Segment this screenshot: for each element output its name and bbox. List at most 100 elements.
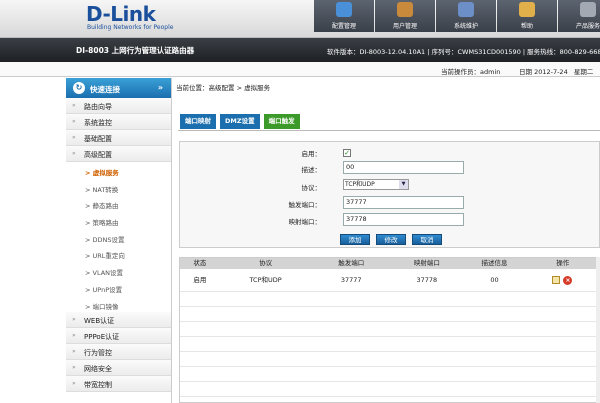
- cell-actions: ×: [526, 269, 599, 291]
- port-trigger-form: 启用： ✓ 描述： 00 协议： TCP和UDP ▼ 触发端口： 37777 映射…: [179, 141, 600, 248]
- nav-config-button[interactable]: 配置管理: [314, 0, 374, 32]
- sidebar-item-advanced-config[interactable]: » 高级配置: [66, 146, 171, 162]
- tab-dmz[interactable]: DMZ设置: [220, 114, 260, 129]
- table-row-empty: [180, 367, 599, 382]
- form-buttons: 添加 修改 取消: [340, 234, 448, 245]
- sidebar-item-label: 系统监控: [84, 119, 112, 127]
- table-row-empty: [180, 307, 599, 322]
- sidebar-subitem-label: > 虚拟服务: [85, 169, 119, 177]
- sidebar-subitem-label: > 端口镜像: [85, 302, 119, 311]
- tab-port-mapping[interactable]: 端口映射: [180, 114, 216, 129]
- sidebar-subitem-ddns[interactable]: > DDNS设置: [66, 229, 171, 246]
- scrollbar[interactable]: [596, 257, 600, 403]
- table-row-empty: [180, 292, 599, 307]
- cell-description: 00: [490, 276, 499, 284]
- sidebar-item-basic-config[interactable]: » 基础配置: [66, 130, 171, 146]
- col-actions: 操作: [556, 259, 570, 267]
- enable-checkbox[interactable]: ✓: [343, 149, 351, 157]
- sidebar-header-label: 快速连接: [90, 85, 120, 94]
- cancel-button[interactable]: 取消: [412, 234, 442, 245]
- sidebar-subitem-url-redirect[interactable]: > URL重定向: [66, 245, 171, 262]
- sidebar-subitem-nat[interactable]: > NAT转换: [66, 179, 171, 196]
- arrow-icon: »: [72, 150, 76, 157]
- trigger-row: 触发端口： 37777: [180, 195, 600, 211]
- sidebar-header[interactable]: ↻ 快速连接 »: [66, 78, 171, 98]
- desc-input[interactable]: 00: [343, 161, 464, 174]
- sidebar-subitem-policy-route[interactable]: > 策略路由: [66, 212, 171, 229]
- desc-row: 描述： 00: [180, 160, 600, 176]
- table-header: 状态 协议 触发端口 映射端口 描述信息 操作: [180, 258, 599, 269]
- config-icon: [336, 2, 352, 17]
- sidebar-item-web-auth[interactable]: » WEB认证: [66, 312, 171, 329]
- sidebar-subitem-label: > NAT转换: [85, 185, 119, 194]
- col-description: 描述信息: [481, 259, 508, 267]
- protocol-selected: TCP和UDP: [345, 181, 375, 188]
- sidebar-item-behavior-control[interactable]: » 行为管控: [66, 344, 171, 361]
- col-protocol: 协议: [259, 259, 273, 267]
- chevron-down-icon: ▼: [399, 180, 408, 189]
- map-port-input[interactable]: 37778: [343, 213, 464, 226]
- operator-text: 当前操作员：admin: [441, 68, 501, 76]
- arrow-icon: »: [72, 348, 76, 356]
- sidebar-item-label: 基础配置: [84, 135, 112, 143]
- sidebar-subitem-port-mirror[interactable]: > 端口镜像: [66, 296, 171, 313]
- arrow-icon: »: [72, 102, 76, 109]
- top-nav: 配置管理 用户管理 系统维护 帮助 产品服务: [314, 0, 600, 32]
- maintenance-icon: [458, 2, 474, 17]
- map-row: 映射端口： 37778: [180, 212, 600, 228]
- date-text: 日期 2012-7-24 星期二: [519, 66, 593, 76]
- edit-icon[interactable]: [552, 276, 561, 284]
- sidebar-subitem-static-route[interactable]: > 静态路由: [66, 195, 171, 212]
- sidebar-item-bandwidth-control[interactable]: » 带宽控制: [66, 376, 171, 393]
- arrow-icon: »: [72, 332, 76, 340]
- delete-icon[interactable]: ×: [563, 276, 573, 285]
- breadcrumb: 当前位置：高级配置 > 虚拟服务: [176, 84, 271, 92]
- sidebar-item-route-wizard[interactable]: » 路由向导: [66, 98, 171, 114]
- brand-tagline: Building Networks for People: [87, 24, 174, 31]
- sidebar-item-label: 行为管控: [84, 349, 112, 358]
- sidebar-subitem-label: > VLAN设置: [85, 269, 124, 278]
- table-row-empty: [180, 352, 599, 367]
- arrow-icon: »: [72, 316, 76, 324]
- nav-label: 配置管理: [331, 23, 356, 30]
- cell-status: 启用: [193, 276, 207, 284]
- sidebar-subitem-label: > 静态路由: [85, 202, 119, 211]
- sidebar-subitem-virtual-service[interactable]: > 虚拟服务: [66, 162, 171, 179]
- top-header: D-Link Building Networks for People 配置管理…: [0, 0, 600, 38]
- users-icon: [397, 2, 413, 17]
- collapse-icon[interactable]: »: [158, 83, 163, 92]
- sidebar-item-network-security[interactable]: » 网络安全: [66, 360, 171, 377]
- device-info: 软件版本：DI-8003-12.04.10A1 | 序列号：CWMS31CD00…: [327, 48, 600, 56]
- help-icon: [519, 2, 535, 17]
- nav-label: 帮助: [520, 23, 533, 30]
- sidebar-subitem-label: > URL重定向: [85, 252, 125, 261]
- table-row-empty: [180, 382, 599, 397]
- nav-label: 用户管理: [392, 23, 417, 30]
- modify-button[interactable]: 修改: [376, 234, 406, 245]
- add-button[interactable]: 添加: [340, 234, 370, 245]
- tab-port-trigger[interactable]: 端口触发: [263, 114, 300, 129]
- nav-help-button[interactable]: 帮助: [497, 0, 557, 32]
- cell-map-port: 37778: [416, 276, 438, 284]
- sidebar-subitem-upnp[interactable]: > UPnP设置: [66, 279, 171, 296]
- col-trigger-port: 触发端口: [338, 259, 365, 267]
- sidebar-item-pppoe-auth[interactable]: » PPPoE认证: [66, 328, 171, 345]
- nav-users-button[interactable]: 用户管理: [375, 0, 435, 32]
- sidebar-item-label: 路由向导: [84, 103, 112, 111]
- sidebar-item-monitor[interactable]: » 系统监控: [66, 114, 171, 130]
- sidebar-item-label: PPPoE认证: [84, 333, 120, 342]
- sidebar-subitem-vlan[interactable]: > VLAN设置: [66, 262, 171, 279]
- tab-divider: [178, 130, 600, 131]
- col-map-port: 映射端口: [413, 259, 440, 267]
- table-row: 启用 TCP和UDP 37777 37778 00 ×: [180, 269, 599, 292]
- sidebar: ↻ 快速连接 » » 路由向导 » 系统监控 » 基础配置 » 高级配置 > 虚拟服务 …: [66, 78, 172, 403]
- enable-label: 启用：: [301, 150, 322, 158]
- nav-maintenance-button[interactable]: 系统维护: [436, 0, 496, 32]
- weekday-value: 星期二: [573, 68, 594, 76]
- enable-row: 启用： ✓: [180, 144, 600, 160]
- title-bar: DI-8003 上网行为管理认证路由器 软件版本：DI-8003-12.04.1…: [0, 38, 600, 62]
- nav-service-button[interactable]: 产品服务: [558, 0, 600, 32]
- trigger-port-input[interactable]: 37777: [343, 196, 464, 209]
- protocol-select[interactable]: TCP和UDP ▼: [343, 179, 409, 190]
- arrow-icon: »: [72, 364, 76, 372]
